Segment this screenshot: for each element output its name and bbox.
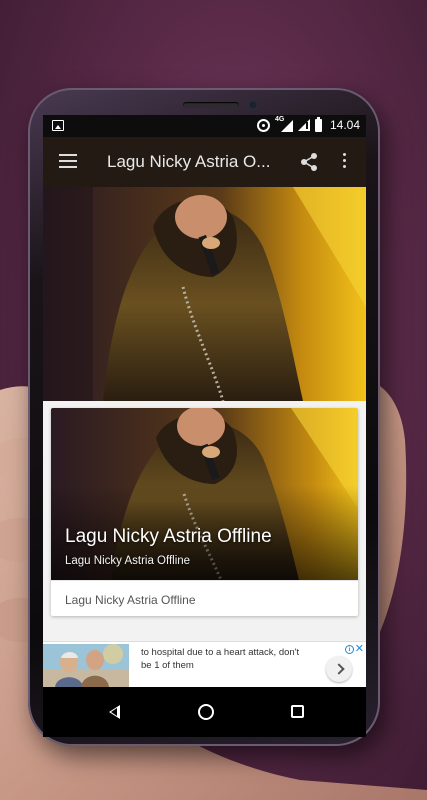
hotspot-icon — [256, 118, 270, 132]
speaker-grille — [183, 102, 239, 108]
status-bar: 4G 14.04 — [43, 115, 366, 137]
hamburger-menu-icon[interactable] — [59, 154, 77, 168]
ad-image[interactable] — [43, 644, 129, 687]
ad-text[interactable]: to hospital due to a heart attack, don't… — [141, 646, 311, 672]
signal-4g-icon: 4G — [275, 116, 293, 132]
card-footer: Lagu Nicky Astria Offline — [51, 580, 358, 616]
song-card[interactable]: Lagu Nicky Astria Offline Lagu Nicky Ast… — [51, 408, 358, 616]
app-bar: Lagu Nicky Astria O... — [43, 137, 366, 187]
home-icon[interactable] — [198, 704, 214, 720]
ad-banner[interactable]: to hospital due to a heart attack, don't… — [43, 641, 366, 687]
clock: 14.04 — [329, 118, 360, 132]
signal-icon — [297, 119, 310, 131]
back-icon[interactable] — [109, 705, 120, 719]
battery-icon — [314, 116, 322, 132]
front-camera — [248, 100, 258, 110]
header-image — [43, 187, 366, 401]
card-title: Lagu Nicky Astria Offline — [65, 526, 272, 547]
image-notification-icon — [52, 120, 64, 131]
card-footer-text: Lagu Nicky Astria Offline — [65, 593, 196, 607]
ad-open-button[interactable] — [326, 656, 352, 682]
navigation-bar — [43, 687, 366, 737]
more-options-icon[interactable] — [341, 153, 347, 171]
app-bar-title: Lagu Nicky Astria O... — [107, 152, 271, 171]
ad-info-icon[interactable]: i — [345, 645, 354, 654]
card-subtitle: Lagu Nicky Astria Offline — [65, 555, 191, 567]
phone-screen: 4G 14.04 Lagu Nicky Astria O... Lagu Nic… — [43, 115, 366, 737]
share-icon[interactable] — [299, 152, 319, 172]
recent-apps-icon[interactable] — [291, 705, 304, 718]
ad-close-icon[interactable]: ✕ — [355, 644, 364, 655]
